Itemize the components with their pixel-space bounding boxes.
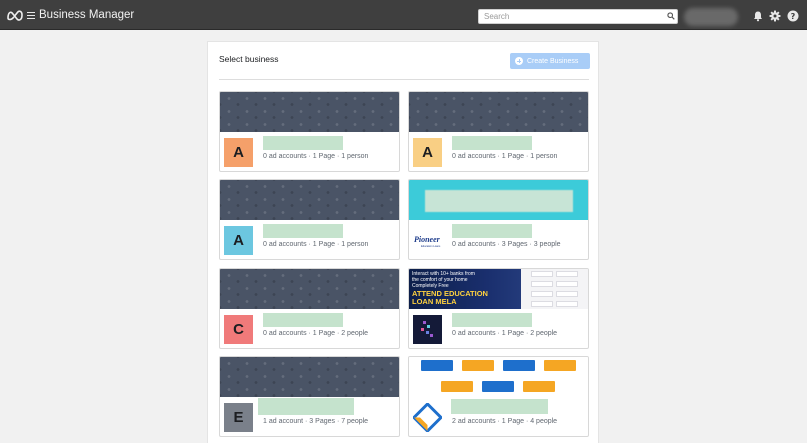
business-name-redacted bbox=[451, 399, 548, 414]
gear-icon[interactable] bbox=[769, 10, 781, 22]
create-business-label: Create Business bbox=[527, 57, 579, 65]
business-card[interactable]: Pioneer Education Loans 0 ad accounts · … bbox=[408, 179, 589, 260]
cover-tile bbox=[523, 381, 555, 392]
account-menu-button[interactable] bbox=[684, 8, 738, 26]
business-card[interactable]: C 0 ad accounts · 1 Page · 2 people bbox=[219, 268, 400, 349]
cover-tile bbox=[544, 360, 576, 371]
business-cover-image bbox=[220, 269, 399, 309]
panel-title: Select business bbox=[219, 54, 279, 64]
business-stats: 0 ad accounts · 1 Page · 1 person bbox=[263, 153, 369, 160]
bank-logo-tile bbox=[556, 291, 578, 297]
bank-logo-tile bbox=[556, 281, 578, 287]
business-cover-image bbox=[220, 357, 399, 397]
business-avatar: C bbox=[224, 315, 253, 344]
pioneer-logo: Pioneer Education Loans bbox=[414, 235, 441, 248]
cover-tile bbox=[482, 381, 514, 392]
select-business-panel: Select business Create Business A 0 ad a… bbox=[207, 41, 599, 443]
business-avatar: E bbox=[224, 403, 253, 432]
business-card[interactable]: A 0 ad accounts · 1 Page · 1 person bbox=[219, 179, 400, 260]
help-icon[interactable]: ? bbox=[787, 10, 799, 22]
meta-logo[interactable] bbox=[6, 9, 24, 21]
business-cover-image bbox=[409, 92, 588, 132]
business-logo-image bbox=[413, 315, 442, 344]
business-avatar: A bbox=[224, 138, 253, 167]
business-stats: 0 ad accounts · 1 Page · 2 people bbox=[452, 330, 558, 337]
business-name-redacted bbox=[263, 224, 343, 238]
business-card[interactable]: Interact with 10+ banks from the comfort… bbox=[408, 268, 589, 349]
pioneer-logo-text: Pioneer bbox=[414, 235, 441, 244]
business-cover-image bbox=[220, 92, 399, 132]
bank-logo-tile bbox=[531, 271, 553, 277]
cover-tile bbox=[503, 360, 535, 371]
business-stats: 0 ad accounts · 3 Pages · 3 people bbox=[452, 241, 561, 248]
search-input[interactable] bbox=[478, 9, 678, 24]
business-cover-image bbox=[409, 357, 588, 397]
business-cover-image: Interact with 10+ banks from the comfort… bbox=[409, 269, 588, 309]
cover-redacted bbox=[425, 190, 573, 212]
pioneer-logo-subtext: Education Loans bbox=[421, 244, 441, 248]
banner-headline: LOAN MELA bbox=[412, 297, 457, 306]
app-title: Business Manager bbox=[39, 9, 135, 21]
business-card[interactable]: E 1 ad account · 3 Pages · 7 people bbox=[219, 356, 400, 437]
cover-tile bbox=[421, 360, 453, 371]
cover-tile bbox=[441, 381, 473, 392]
business-name-redacted bbox=[452, 313, 532, 327]
search-icon[interactable] bbox=[667, 12, 675, 20]
create-business-button[interactable]: Create Business bbox=[510, 53, 590, 69]
cover-tile bbox=[462, 360, 494, 371]
business-stats: 0 ad accounts · 1 Page · 1 person bbox=[452, 153, 558, 160]
business-stats: 1 ad account · 3 Pages · 7 people bbox=[263, 418, 369, 425]
business-stats: 0 ad accounts · 1 Page · 2 people bbox=[263, 330, 369, 337]
business-name-redacted bbox=[452, 224, 532, 238]
business-name-redacted bbox=[452, 136, 532, 150]
business-card[interactable]: 2 ad accounts · 1 Page · 4 people bbox=[408, 356, 589, 437]
business-card[interactable]: A 0 ad accounts · 1 Page · 1 person bbox=[408, 91, 589, 172]
bank-logo-tile bbox=[531, 281, 553, 287]
business-cover-image bbox=[409, 180, 588, 220]
svg-text:?: ? bbox=[791, 12, 796, 21]
hamburger-icon[interactable] bbox=[27, 12, 35, 19]
business-stats: 2 ad accounts · 1 Page · 4 people bbox=[452, 418, 558, 425]
business-cover-image bbox=[220, 180, 399, 220]
business-card[interactable]: A 0 ad accounts · 1 Page · 1 person bbox=[219, 91, 400, 172]
top-bar: Business Manager ? bbox=[0, 0, 807, 30]
business-name-redacted bbox=[263, 313, 343, 327]
bank-logo-tile bbox=[556, 271, 578, 277]
business-name-redacted bbox=[258, 398, 354, 415]
bank-logo-tile bbox=[531, 291, 553, 297]
bank-logo-tile bbox=[531, 301, 553, 307]
bank-logo-tile bbox=[556, 301, 578, 307]
business-avatar: A bbox=[224, 226, 253, 255]
plus-circle-icon bbox=[515, 57, 523, 65]
bell-icon[interactable] bbox=[752, 10, 764, 22]
business-avatar: A bbox=[413, 138, 442, 167]
loan-mela-banner: Interact with 10+ banks from the comfort… bbox=[409, 269, 521, 309]
business-logo-image bbox=[413, 403, 442, 432]
business-stats: 0 ad accounts · 1 Page · 1 person bbox=[263, 241, 369, 248]
business-name-redacted bbox=[263, 136, 343, 150]
divider bbox=[219, 79, 589, 80]
